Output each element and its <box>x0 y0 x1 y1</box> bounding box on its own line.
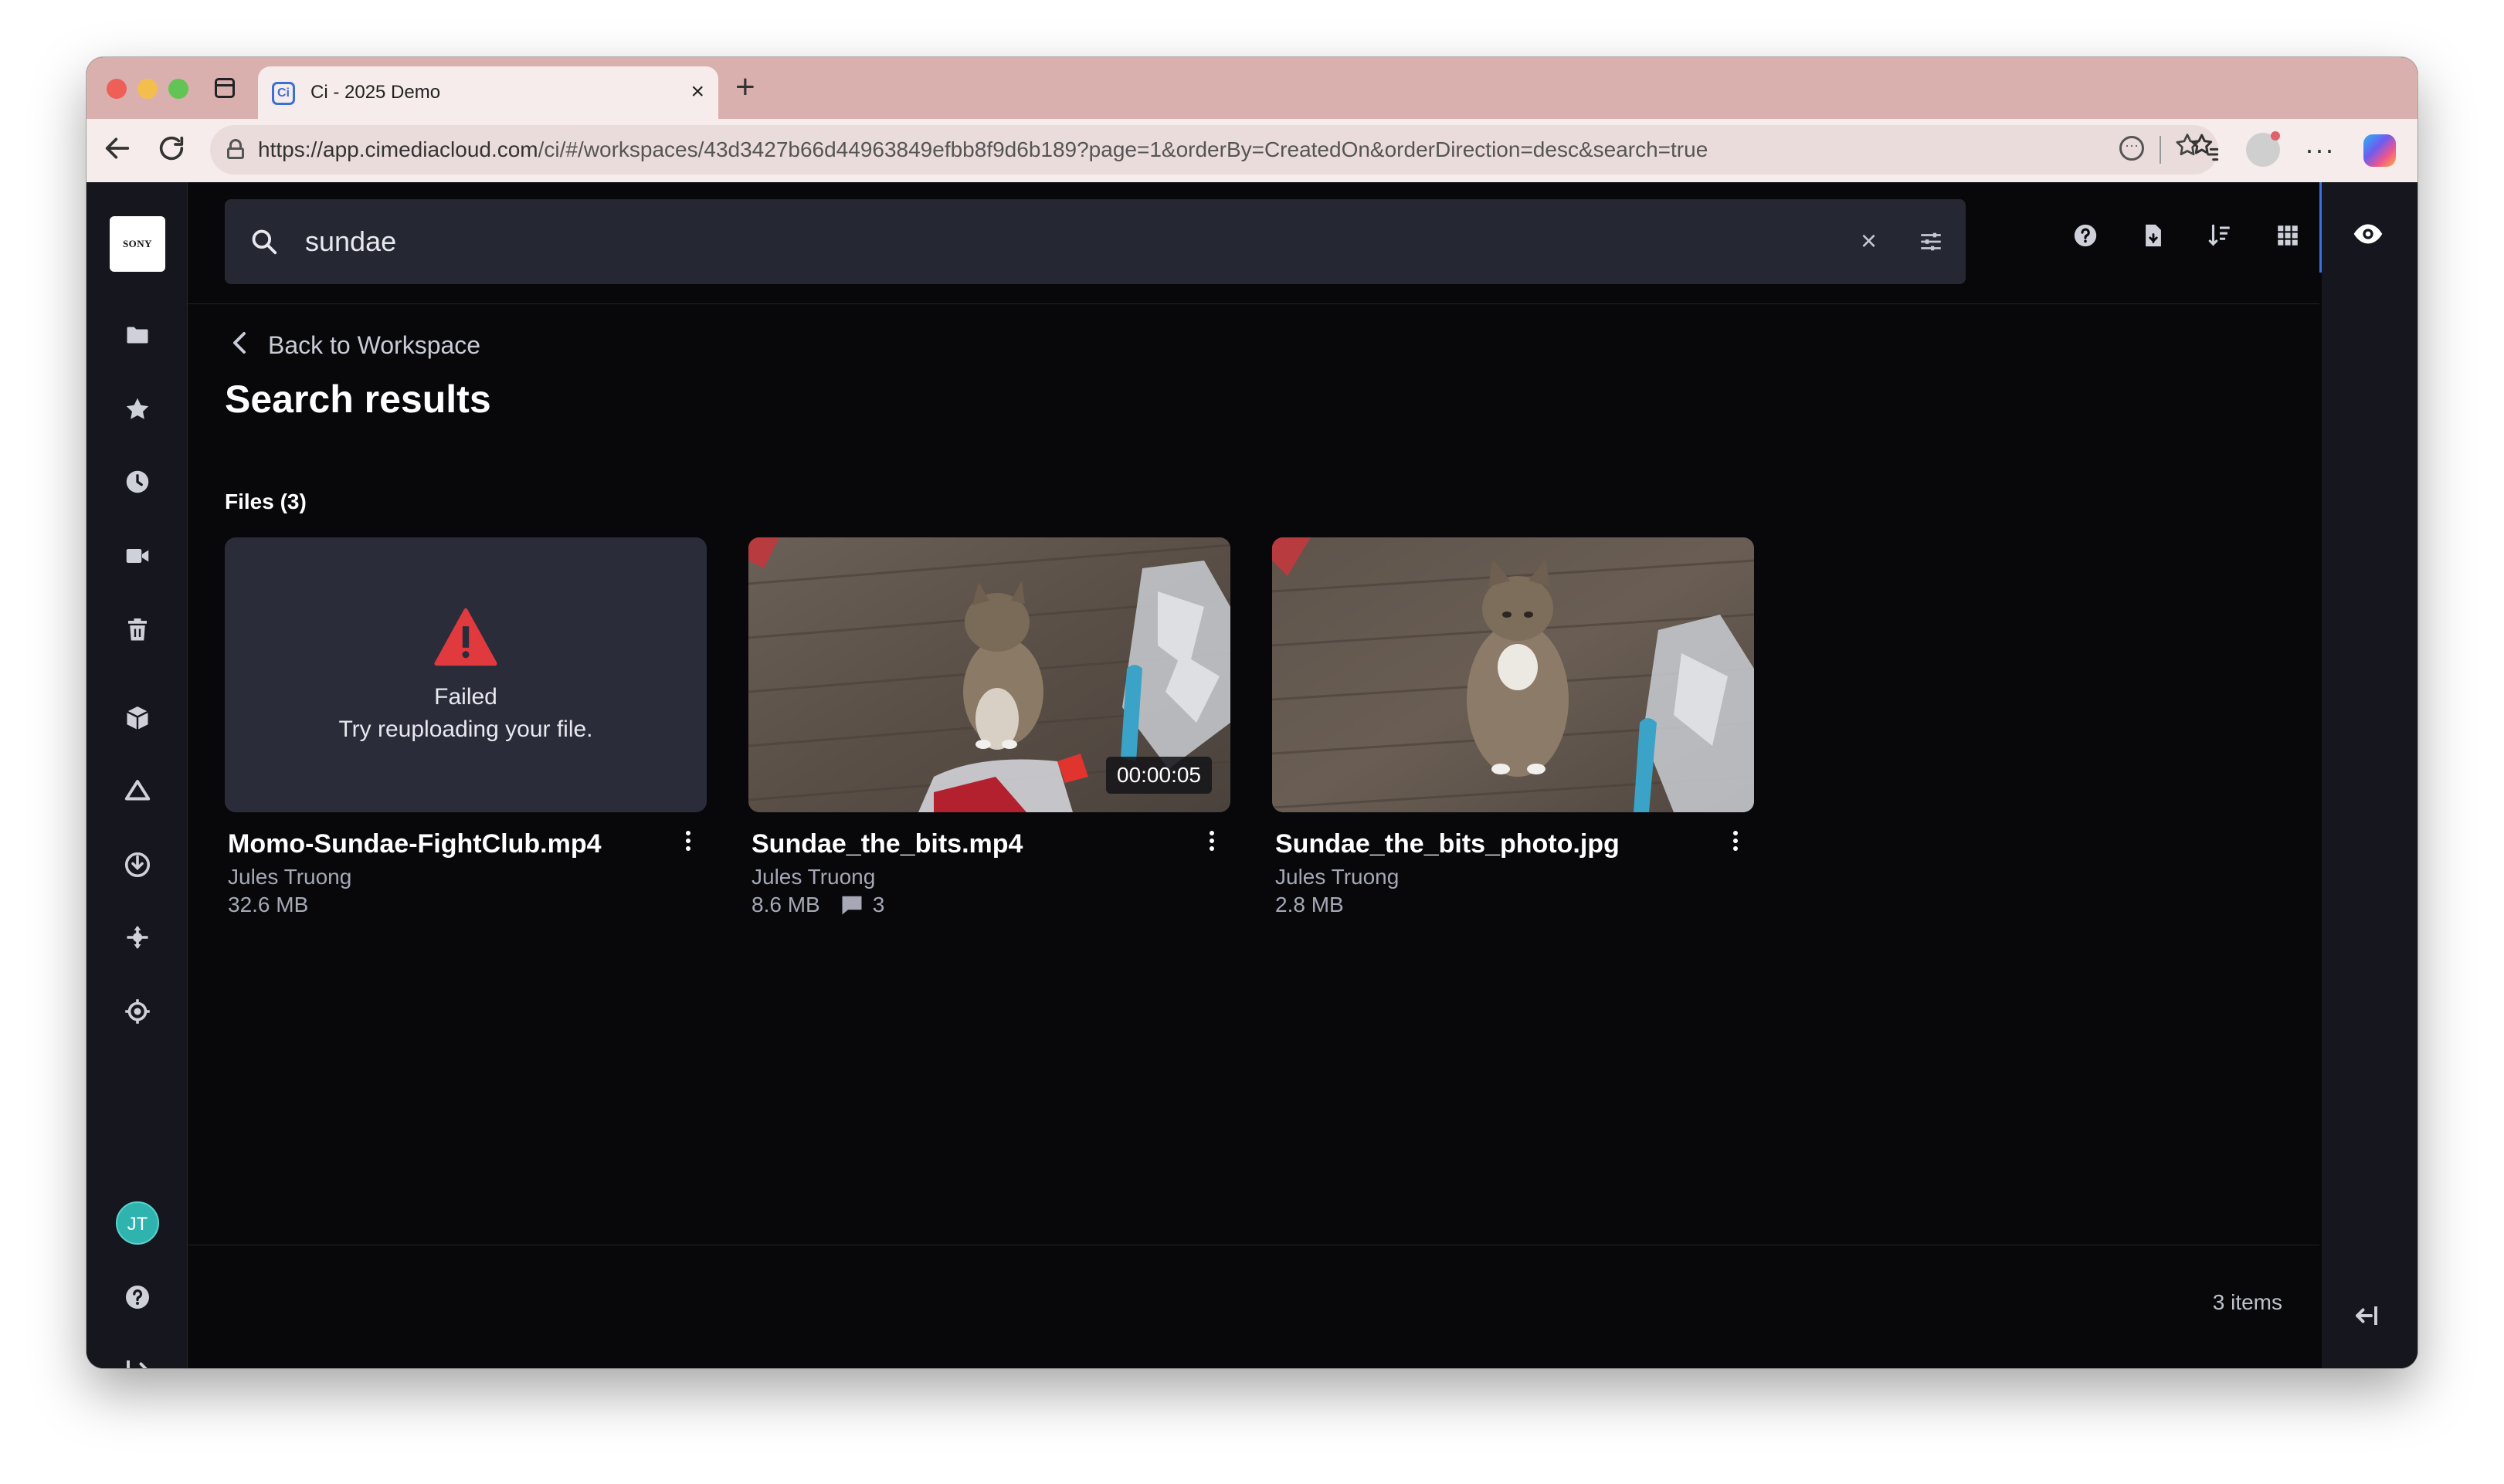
collapse-panel-icon[interactable] <box>2353 1302 2380 1333</box>
tab-favicon-icon: Ci <box>272 82 295 105</box>
browser-tab-bar: Ci Ci - 2025 Demo × + <box>87 57 2417 119</box>
tab-title: Ci - 2025 Demo <box>310 82 441 103</box>
search-input[interactable]: sundae <box>305 225 396 258</box>
star-icon[interactable] <box>114 386 161 432</box>
url-field[interactable]: https://app.cimediacloud.com/ci/#/worksp… <box>210 125 2218 174</box>
sidebar-toggle-icon[interactable] <box>215 78 235 98</box>
grid-view-icon[interactable] <box>2275 222 2306 253</box>
file-size: 8.6 MB 3 <box>752 893 884 917</box>
browser-address-bar: https://app.cimediacloud.com/ci/#/worksp… <box>87 119 2417 183</box>
comment-icon <box>842 896 862 915</box>
browser-tab[interactable]: Ci Ci - 2025 Demo × <box>258 66 718 119</box>
file-card[interactable]: 00:00:05 Sundae_the_bits.mp4 Jules Truon… <box>748 537 1230 916</box>
sign-out-icon[interactable] <box>114 1347 161 1368</box>
file-owner: Jules Truong <box>1275 865 1400 889</box>
chevron-left-icon <box>231 329 248 361</box>
url-text: https://app.cimediacloud.com/ci/#/worksp… <box>258 137 1708 162</box>
url-path: /ci/#/workspaces/43d3427b66d44963849efbb… <box>538 137 1708 161</box>
app-root: SONY JT sundae × Back to Workspace Searc… <box>87 182 2417 1368</box>
results-footer: 3 items <box>188 1245 2319 1368</box>
failed-status: Failed <box>434 683 497 710</box>
right-panel <box>2322 182 2417 1368</box>
copilot-icon[interactable] <box>2363 134 2396 167</box>
video-icon[interactable] <box>114 533 161 579</box>
file-name[interactable]: Momo-Sundae-FightClub.mp4 <box>228 829 602 859</box>
file-size-value: 2.8 MB <box>1275 893 1344 916</box>
back-arrow-icon[interactable] <box>102 133 133 171</box>
search-bar[interactable]: sundae × <box>225 199 1966 284</box>
back-to-workspace-link[interactable]: Back to Workspace <box>231 329 480 361</box>
search-icon <box>249 227 279 260</box>
trash-icon[interactable] <box>114 607 161 653</box>
video-thumbnail[interactable]: 00:00:05 <box>748 537 1230 812</box>
file-size: 32.6 MB <box>228 893 308 917</box>
maximize-window-button[interactable] <box>168 79 188 99</box>
item-count: 3 items <box>2212 1290 2282 1314</box>
page-title: Search results <box>225 378 491 421</box>
file-thumbnail-failed[interactable]: Failed Try reuploading your file. <box>225 537 707 812</box>
close-window-button[interactable] <box>107 79 127 99</box>
minimize-window-button[interactable] <box>137 79 158 99</box>
clear-search-icon[interactable]: × <box>1861 222 1877 259</box>
profile-status-dot <box>2271 131 2280 141</box>
upload-file-icon[interactable] <box>2140 222 2171 253</box>
file-name[interactable]: Sundae_the_bits.mp4 <box>752 829 1023 859</box>
failed-detail: Try reuploading your file. <box>338 716 593 742</box>
reload-icon[interactable] <box>156 133 187 171</box>
tab-close-icon[interactable]: × <box>690 79 704 105</box>
comment-count[interactable]: 3 <box>840 893 885 917</box>
help-icon[interactable] <box>114 1274 161 1320</box>
target-icon[interactable] <box>114 988 161 1035</box>
favorites-icon[interactable] <box>2189 131 2220 172</box>
left-sidebar: SONY JT <box>87 182 188 1368</box>
file-owner: Jules Truong <box>752 865 876 889</box>
file-card[interactable]: Failed Try reuploading your file. Momo-S… <box>225 537 707 916</box>
photo-thumbnail[interactable] <box>1272 537 1754 812</box>
more-vertical-icon[interactable] <box>680 828 696 859</box>
back-label: Back to Workspace <box>268 330 481 359</box>
main-content: Back to Workspace Search results Files (… <box>188 304 2319 1245</box>
folder-icon[interactable] <box>114 312 161 358</box>
top-bar: sundae × <box>188 182 2319 304</box>
video-duration-badge: 00:00:05 <box>1106 757 1212 794</box>
box-icon[interactable] <box>114 695 161 741</box>
warning-icon <box>433 608 498 670</box>
more-vertical-icon[interactable] <box>1728 828 1743 859</box>
file-card[interactable]: Sundae_the_bits_photo.jpg Jules Truong 2… <box>1272 537 1754 916</box>
file-size: 2.8 MB <box>1275 893 1344 917</box>
sony-logo[interactable]: SONY <box>110 216 165 272</box>
user-avatar[interactable]: JT <box>116 1201 159 1245</box>
browser-window: Ci Ci - 2025 Demo × + https://app.cimedi… <box>87 57 2417 1368</box>
cat-photo-image <box>1272 537 1754 812</box>
integration-icon[interactable] <box>114 914 161 961</box>
new-tab-button[interactable]: + <box>735 68 755 107</box>
url-divider <box>2160 136 2161 164</box>
cloud-icon[interactable] <box>114 767 161 814</box>
more-menu-icon[interactable]: ··· <box>2305 131 2335 168</box>
help-icon[interactable] <box>2072 222 2103 253</box>
file-owner: Jules Truong <box>228 865 352 889</box>
download-icon[interactable] <box>114 842 161 888</box>
eye-icon[interactable] <box>2353 222 2384 249</box>
url-domain: https://app.cimediacloud.com <box>258 137 538 161</box>
file-name[interactable]: Sundae_the_bits_photo.jpg <box>1275 829 1620 859</box>
sort-icon[interactable] <box>2207 222 2238 253</box>
page-actions-icon[interactable]: ··· <box>2119 136 2144 161</box>
comment-count-value: 3 <box>872 893 885 916</box>
lock-icon[interactable] <box>227 139 244 159</box>
files-section-label: Files (3) <box>225 490 307 513</box>
file-size-value: 32.6 MB <box>228 893 309 916</box>
clock-icon[interactable] <box>114 459 161 505</box>
file-size-value: 8.6 MB <box>752 893 820 916</box>
more-vertical-icon[interactable] <box>1204 828 1220 859</box>
filter-sliders-icon[interactable] <box>1918 229 1944 259</box>
